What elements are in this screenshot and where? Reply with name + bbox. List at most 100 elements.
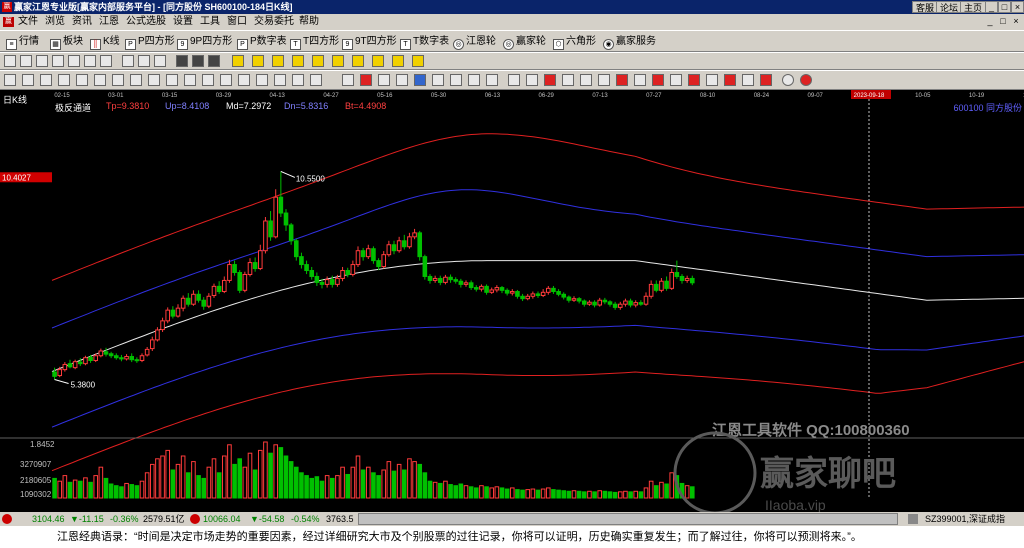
time-zone-icon[interactable] [562, 74, 574, 86]
mark-tool-icon[interactable] [760, 74, 772, 86]
maximize-button[interactable]: □ [998, 1, 1011, 13]
bars-tool-icon[interactable] [468, 74, 480, 86]
gann-line-icon[interactable] [598, 74, 610, 86]
lock-icon[interactable] [908, 514, 918, 524]
record-icon[interactable] [782, 74, 794, 86]
menu-formula-select[interactable]: 公式选股 [126, 14, 166, 30]
slant-tool-icon[interactable] [742, 74, 754, 86]
grid-tool-icon[interactable] [432, 74, 444, 86]
menu-app-icon[interactable]: 赢 [3, 17, 14, 27]
menu-settings[interactable]: 设置 [173, 14, 193, 30]
forum-link[interactable]: 论坛 [936, 1, 963, 13]
diamond-6-icon[interactable] [332, 55, 344, 67]
zoom-in-icon[interactable] [138, 55, 150, 67]
star-tool-icon[interactable] [706, 74, 718, 86]
vline-tool-icon[interactable] [396, 74, 408, 86]
minimize-button[interactable]: _ [985, 1, 998, 13]
triangle-tool-icon[interactable] [256, 74, 268, 86]
t-number-table-button[interactable]: T T数字表 [400, 34, 449, 50]
menu-help[interactable]: 帮助 [299, 14, 319, 30]
9t-square-button[interactable]: 9 9T四方形 [342, 34, 397, 50]
draw-tool-icon[interactable] [122, 55, 134, 67]
prev-bar-icon[interactable] [192, 55, 204, 67]
p-square-button[interactable]: P P四方形 [125, 34, 175, 50]
zoom-out-icon[interactable] [154, 55, 166, 67]
menu-browse[interactable]: 浏览 [45, 14, 65, 30]
triangle-alt-icon[interactable] [652, 74, 664, 86]
close-button[interactable]: × [1011, 1, 1024, 13]
fan-alt-icon[interactable] [670, 74, 682, 86]
paste-icon[interactable] [68, 55, 80, 67]
diamond-1-icon[interactable] [232, 55, 244, 67]
diamond-2-icon[interactable] [252, 55, 264, 67]
ratio-tool-icon[interactable] [414, 74, 426, 86]
fib-tool-icon[interactable] [58, 74, 70, 86]
diamond-7-icon[interactable] [352, 55, 364, 67]
gann-fan-icon[interactable] [76, 74, 88, 86]
delete-tool-icon[interactable] [310, 74, 322, 86]
horizontal-scrollbar[interactable] [358, 513, 898, 525]
sectors-button[interactable]: ▦ 板块 [50, 34, 83, 50]
homepage-link[interactable]: 主页 [960, 1, 987, 13]
gann-wheel-button[interactable]: ◎ 江恩轮 [453, 34, 496, 50]
hline-tool-icon[interactable] [378, 74, 390, 86]
refresh-icon[interactable] [84, 55, 96, 67]
rising-tool-icon[interactable] [616, 74, 628, 86]
diamond-5-icon[interactable] [312, 55, 324, 67]
diamond-4-icon[interactable] [292, 55, 304, 67]
levels-tool-icon[interactable] [486, 74, 498, 86]
hexagon-button[interactable]: ⬡ 六角形 [553, 34, 596, 50]
p-number-table-button[interactable]: P P数字表 [237, 34, 287, 50]
child-restore-button[interactable]: □ [997, 16, 1009, 28]
diamond-8-icon[interactable] [372, 55, 384, 67]
menu-trade[interactable]: 交易委托 [254, 14, 294, 30]
percent-icon[interactable] [526, 74, 538, 86]
customer-service-link[interactable]: 客服 [912, 1, 939, 13]
chart-style-icon[interactable] [580, 74, 592, 86]
percent-tool-icon[interactable] [360, 74, 372, 86]
rect-tool-icon[interactable] [148, 74, 160, 86]
9p-square-button[interactable]: 9 9P四方形 [177, 34, 232, 50]
child-close-button[interactable]: × [1010, 16, 1022, 28]
next-bar-icon[interactable] [208, 55, 220, 67]
ruler-tool-icon[interactable] [508, 74, 520, 86]
erase-tool-icon[interactable] [292, 74, 304, 86]
line-tool-icon[interactable] [4, 74, 16, 86]
winner-wheel-button[interactable]: ◎ 赢家轮 [503, 34, 546, 50]
infinity-icon[interactable] [800, 74, 812, 86]
arc-tool-icon[interactable] [130, 74, 142, 86]
golden-ratio-icon[interactable] [544, 74, 556, 86]
channel-tool-icon[interactable] [22, 74, 34, 86]
parallel-tool-icon[interactable] [40, 74, 52, 86]
save-icon[interactable] [20, 55, 32, 67]
menu-file[interactable]: 文件 [18, 14, 38, 30]
speed-line-icon[interactable] [184, 74, 196, 86]
square-tool-icon[interactable] [450, 74, 462, 86]
first-bar-icon[interactable] [176, 55, 188, 67]
gann-box-icon[interactable] [94, 74, 106, 86]
select-tool-icon[interactable] [342, 74, 354, 86]
menu-gann[interactable]: 江恩 [99, 14, 119, 30]
print-icon[interactable] [4, 55, 16, 67]
child-minimize-button[interactable]: _ [984, 16, 996, 28]
falling-tool-icon[interactable] [634, 74, 646, 86]
angle-tool-icon[interactable] [220, 74, 232, 86]
arrow-tool-icon[interactable] [274, 74, 286, 86]
copy-icon[interactable] [52, 55, 64, 67]
menu-news[interactable]: 资讯 [72, 14, 92, 30]
text-tool-icon[interactable] [166, 74, 178, 86]
kline-chart-panel[interactable]: 02-15 03-01 03-15 03-29 04-13 04-27 05-16 05-30… [0, 90, 1024, 515]
quotes-button[interactable]: ≡ 行情 [6, 34, 39, 50]
menu-tools[interactable]: 工具 [200, 14, 220, 30]
diamond-9-icon[interactable] [392, 55, 404, 67]
cross-tool-icon[interactable] [688, 74, 700, 86]
kline-button[interactable]: ║ K线 [90, 34, 120, 50]
arrow-alt-icon[interactable] [724, 74, 736, 86]
diamond-3-icon[interactable] [272, 55, 284, 67]
ellipse-tool-icon[interactable] [202, 74, 214, 86]
t-square-button[interactable]: T T四方形 [290, 34, 339, 50]
open-icon[interactable] [36, 55, 48, 67]
menu-window[interactable]: 窗口 [227, 14, 247, 30]
diamond-10-icon[interactable] [412, 55, 424, 67]
cycle-tool-icon[interactable] [112, 74, 124, 86]
